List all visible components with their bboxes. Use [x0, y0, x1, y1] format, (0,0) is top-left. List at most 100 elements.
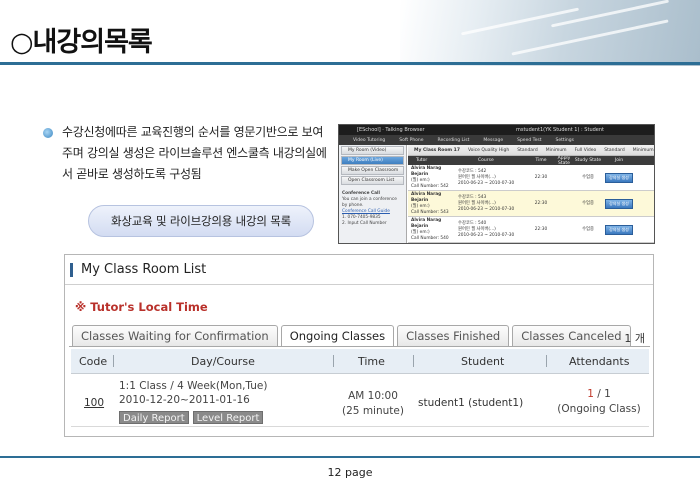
attendants-total: / 1: [593, 388, 611, 400]
reference-mark-icon: ※: [75, 300, 87, 314]
mini-toolbar: Video Tutoring Soft Phone Recording List…: [339, 135, 654, 145]
mini-tutor-name: Alvira Narag Bejarin: [411, 217, 442, 229]
panel-title: My Class Room List: [70, 263, 206, 277]
tab-waiting-confirmation[interactable]: Classes Waiting for Confirmation: [72, 325, 278, 346]
mini-row-course: 수강코드 : 542 원어민 필 사이버(...) 2010-06-23 ~ 201…: [458, 169, 528, 187]
mini-tool-speed[interactable]: Speed Test: [517, 138, 541, 143]
mini-side-video[interactable]: My Room (Video): [341, 146, 404, 155]
mini-tool-message[interactable]: Message: [483, 138, 503, 143]
caption-pill: 화상교육 및 라이브강의용 내강의 목록: [88, 205, 314, 237]
mini-bar-minimum[interactable]: Minimum: [546, 145, 567, 155]
mini-row-tutor: Alvira Narag Bejarin (필) em:) Call Number:…: [408, 166, 458, 190]
description-text: 수강신청에따른 교육진행의 순서를 영문기반으로 보여주며 강의실 생성은 라이…: [62, 125, 327, 181]
mini-row-time: 22:30: [534, 226, 548, 232]
col-day-course: Day/Course: [191, 355, 255, 368]
time-main: AM 10:00: [348, 390, 398, 402]
mini-conference: Conference Call You can join a conferenc…: [342, 191, 403, 227]
mini-user: mstudent1(YK Student 1) : Student: [516, 127, 604, 133]
footer-divider: [0, 456, 700, 458]
mini-bar-standard[interactable]: Standard: [517, 145, 537, 155]
mini-row-status: 수업중: [582, 174, 594, 180]
mini-side-open-list[interactable]: Open Classroom List: [341, 176, 404, 185]
mini-tutor-name: Alvira Narag Bejarin: [411, 191, 442, 203]
mini-app-title: [ESchool] · Talking Browser: [357, 127, 425, 133]
mini-col-time: Time: [535, 158, 547, 163]
mini-row-join: 강의실 생성: [602, 224, 636, 235]
attendants-state: (Ongoing Class): [557, 403, 641, 415]
slide-header: ○내강의목록: [0, 0, 700, 66]
mini-bar-full-video[interactable]: Full Video: [575, 145, 597, 155]
report-buttons: Daily Report Level Report: [119, 411, 264, 424]
class-room-panel: My Class Room List ※ Tutor's Local Time C…: [64, 254, 654, 437]
mini-table-header: Tutor Course Time Apply State Study Stat…: [408, 156, 654, 166]
day-course-cell: 1:1 Class / 4 Week(Mon,Tue) 2010-12-20~2…: [119, 379, 267, 407]
mini-col-course: Course: [478, 158, 494, 163]
mini-create-room-button[interactable]: 강의실 생성: [605, 172, 633, 183]
attendants-current: 1: [587, 388, 594, 400]
col-attendants: Attendants: [569, 355, 630, 368]
mini-bar-room: My Class Room 17: [414, 148, 460, 153]
panel-divider: [65, 284, 653, 285]
col-separator: [546, 355, 547, 367]
tab-ongoing-classes[interactable]: Ongoing Classes: [280, 325, 395, 347]
mini-table-row: Alvira Narag Bejarin (필) em:) Call Number:…: [408, 191, 654, 217]
mini-row-tutor: Alvira Narag Bejarin (필) em:) Call Number:…: [408, 218, 458, 242]
mini-table-body: Alvira Narag Bejarin (필) em:) Call Number:…: [408, 165, 654, 243]
col-code: Code: [79, 355, 108, 368]
attendants-count: 1 / 1: [549, 387, 649, 402]
col-student: Student: [461, 355, 505, 368]
mini-col-tutor: Tutor: [416, 158, 428, 163]
class-tabs: Classes Waiting for Confirmation Ongoing…: [72, 325, 631, 347]
mini-row-course: 수강코드 : 540 원어민 필 사이버(...) 2010-06-23 ~ 201…: [458, 221, 528, 239]
tab-classes-canceled[interactable]: Classes Canceled: [512, 325, 631, 346]
mini-row-tutor: Alvira Narag Bejarin (필) em:) Call Number:…: [408, 192, 458, 216]
table-row: 100 1:1 Class / 4 Week(Mon,Tue) 2010-12-…: [71, 375, 649, 427]
student-cell: student1 (student1): [418, 397, 524, 409]
mini-create-room-button[interactable]: 강의실 생성: [605, 198, 633, 209]
mini-bar-quality[interactable]: Voice Quality High: [468, 145, 509, 155]
level-report-button[interactable]: Level Report: [192, 411, 264, 424]
col-separator: [113, 355, 114, 367]
header-divider: [0, 62, 700, 65]
mini-sidebar: My Room (Video) My Room (Live) Make Open…: [339, 145, 407, 243]
mini-course-date: 2010-06-23 ~ 2010-07-30: [458, 180, 515, 186]
mini-row-join: 강의실 생성: [602, 198, 636, 209]
tutor-local-time-label: Tutor's Local Time: [90, 300, 208, 314]
col-separator: [413, 355, 414, 367]
mini-row-status: 수업중: [582, 200, 594, 206]
mini-tool-video[interactable]: Video Tutoring: [353, 138, 385, 143]
page-number: 12 page: [327, 466, 373, 479]
tab-underline: [69, 346, 650, 347]
mini-course-date: 2010-06-23 ~ 2010-07-30: [458, 232, 515, 238]
mini-tool-phone[interactable]: Soft Phone: [399, 138, 423, 143]
tutor-local-time: ※ Tutor's Local Time: [75, 300, 208, 314]
col-time: Time: [358, 355, 385, 368]
class-count: 1 개: [624, 332, 645, 345]
mini-main: My Class Room 17 Voice Quality High Stan…: [408, 145, 654, 243]
mini-tutor-call: Call Number: 540: [411, 235, 449, 241]
mini-create-room-button[interactable]: 강의실 생성: [605, 224, 633, 235]
mini-side-live[interactable]: My Room (Live): [341, 156, 404, 165]
col-separator: [333, 355, 334, 367]
mini-tool-settings[interactable]: Settings: [556, 138, 574, 143]
bullet-icon: [43, 128, 53, 138]
tab-classes-finished[interactable]: Classes Finished: [397, 325, 510, 346]
time-cell: AM 10:00 (25 minute): [333, 389, 413, 419]
mini-tutor-call: Call Number: 542: [411, 183, 449, 189]
slide-title: ○내강의목록: [10, 27, 153, 58]
mini-tutor-call: Call Number: 543: [411, 209, 449, 215]
mini-course-date: 2010-06-23 ~ 2010-07-30: [458, 206, 515, 212]
table-header: Code Day/Course Time Student Attendants: [71, 349, 649, 374]
daily-report-button[interactable]: Daily Report: [119, 411, 189, 424]
course-name: 1:1 Class / 4 Week(Mon,Tue): [119, 380, 268, 392]
mini-row-time: 22:30: [534, 200, 548, 206]
mini-bar-standard-2[interactable]: Standard: [604, 145, 624, 155]
class-code-link[interactable]: 100: [84, 397, 104, 409]
mini-side-make-open[interactable]: Make Open Classroom: [341, 166, 404, 175]
mini-row-course: 수강코드 : 543 원어민 필 사이버(...) 2010-06-23 ~ 201…: [458, 195, 528, 213]
mini-tool-recording[interactable]: Recording List: [438, 138, 470, 143]
mini-table-row: Alvira Narag Bejarin (필) em:) Call Number:…: [408, 217, 654, 243]
attendants-cell: 1 / 1 (Ongoing Class): [549, 387, 649, 417]
mini-bar-minimum-2[interactable]: Minimum: [633, 145, 654, 155]
mini-row-time: 22:30: [534, 174, 548, 180]
